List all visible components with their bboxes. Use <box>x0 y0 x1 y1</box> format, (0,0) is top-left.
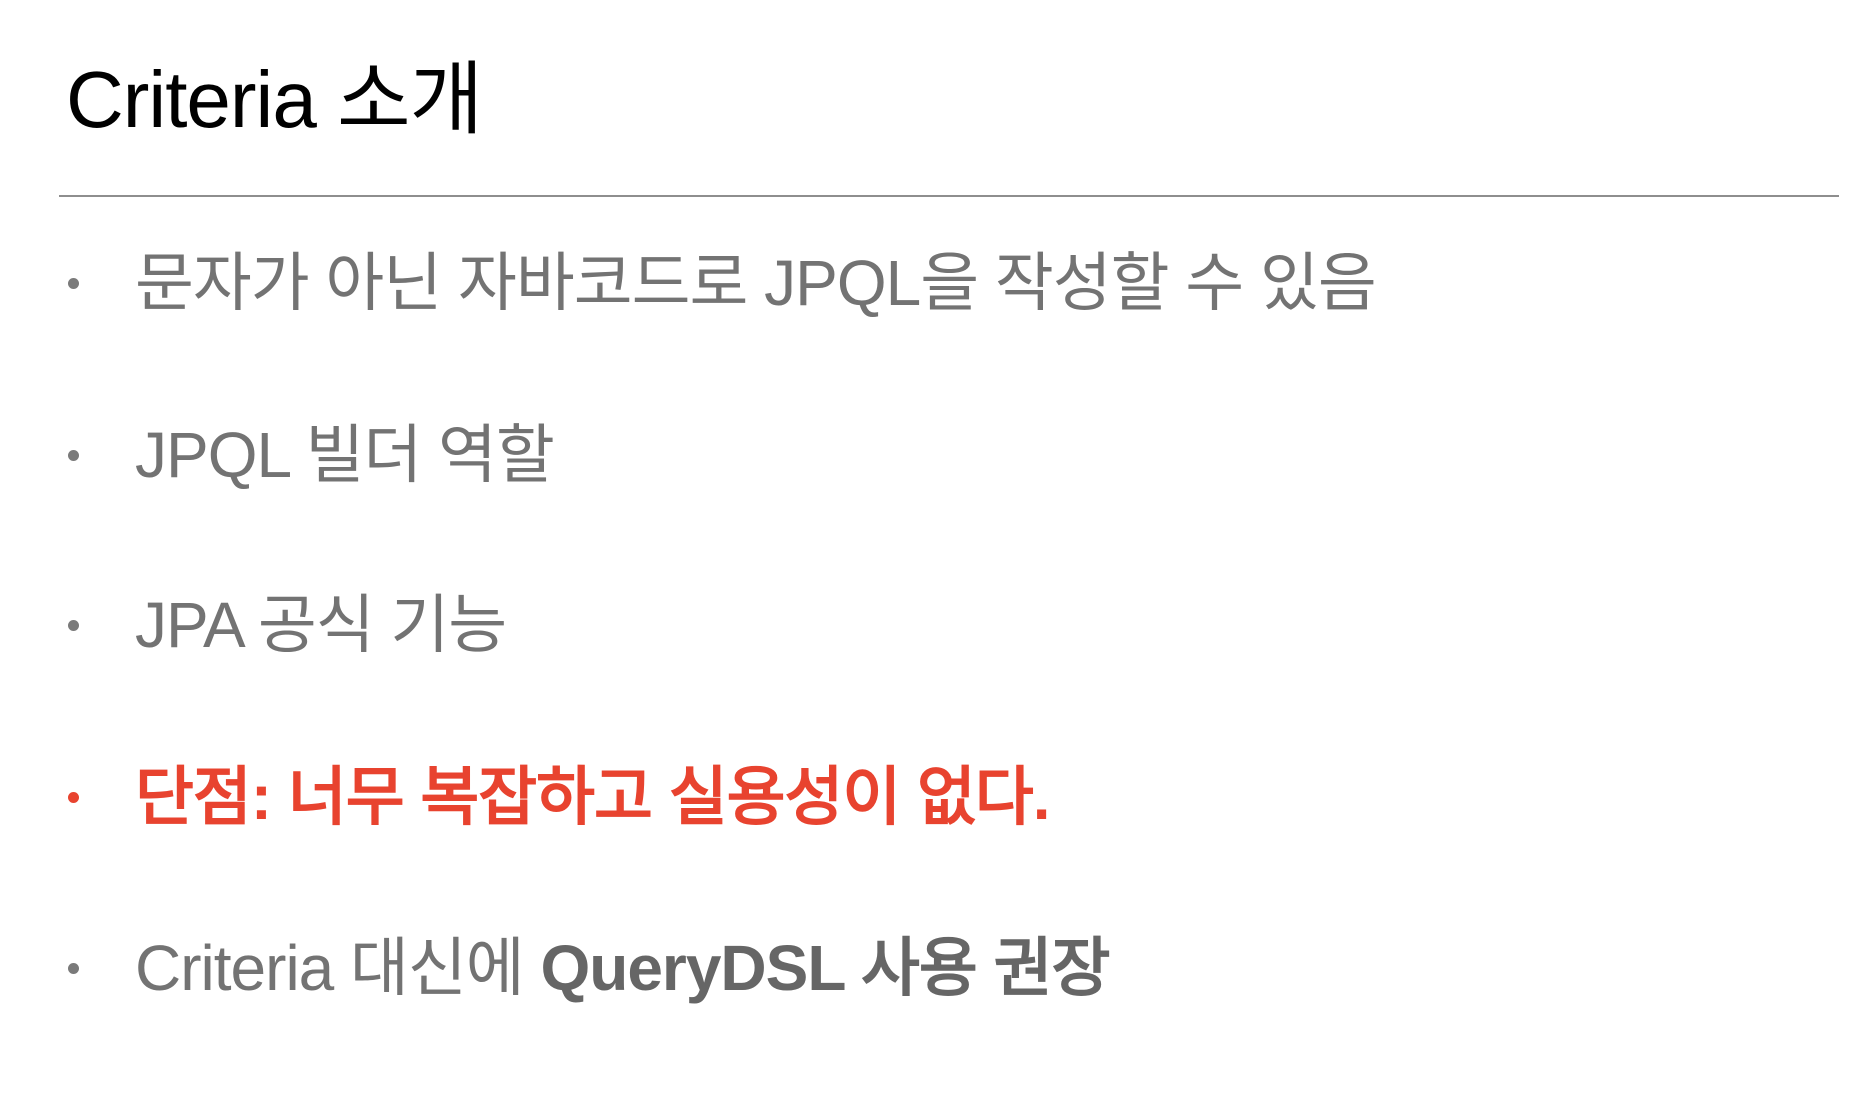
bullet-text-highlighted: 단점: 너무 복잡하고 실용성이 없다. <box>135 761 1051 833</box>
bullet-dot-icon <box>68 792 79 803</box>
bullet-dot-icon <box>68 450 79 461</box>
bullet-text: JPA 공식 기능 <box>135 589 507 661</box>
bullet-item-5: Criteria 대신에 QueryDSL 사용 권장 <box>0 923 1800 1013</box>
bullet-text-bold: QueryDSL 사용 권장 <box>540 932 1110 1004</box>
bullet-item-3: JPA 공식 기능 <box>0 580 1800 670</box>
bullet-item-1: 문자가 아닌 자바코드로 JPQL을 작성할 수 있음 <box>0 238 1800 328</box>
bullet-text: JPQL 빌더 역할 <box>135 419 555 491</box>
bullet-item-4-drawback: 단점: 너무 복잡하고 실용성이 없다. <box>0 752 1800 842</box>
bullet-text: Criteria 대신에 QueryDSL 사용 권장 <box>135 923 1110 1013</box>
bullet-dot-icon <box>68 963 79 974</box>
bullet-text-prefix: Criteria 대신에 <box>135 932 541 1004</box>
bullet-list: 문자가 아닌 자바코드로 JPQL을 작성할 수 있음 JPQL 빌더 역할 J… <box>0 0 1864 1102</box>
bullet-item-2: JPQL 빌더 역할 <box>0 410 1800 500</box>
bullet-text: 문자가 아닌 자바코드로 JPQL을 작성할 수 있음 <box>135 247 1377 319</box>
bullet-dot-icon <box>68 278 79 289</box>
bullet-dot-icon <box>68 620 79 631</box>
